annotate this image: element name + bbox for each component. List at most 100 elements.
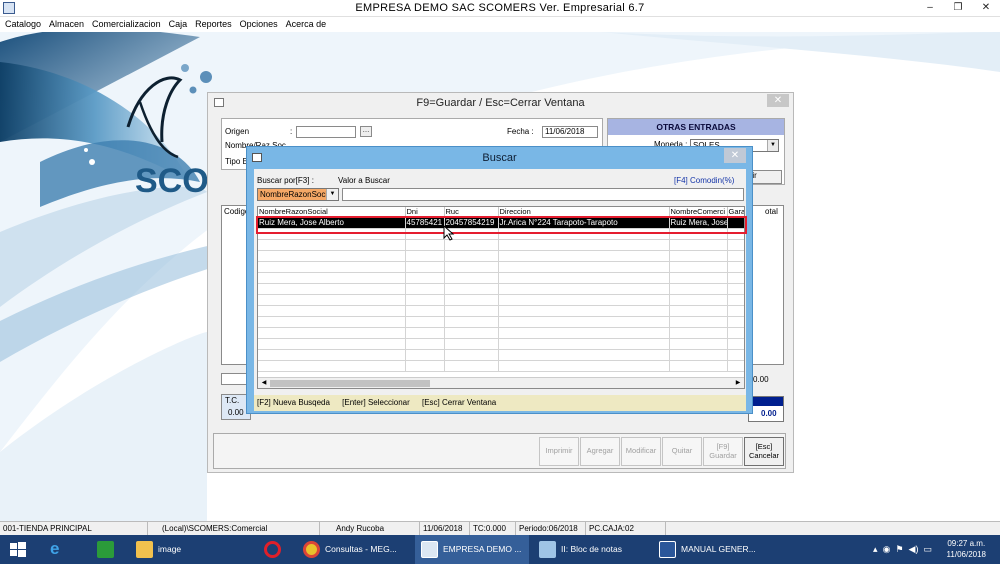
origen-lookup-button[interactable]: … [360, 126, 372, 137]
empty-row [258, 283, 744, 295]
minimize-button[interactable]: – [916, 0, 944, 16]
origen-label: Origen [225, 127, 250, 136]
app-titlebar: EMPRESA DEMO SAC SCOMERS Ver. Empresaria… [0, 0, 1000, 17]
cell-direccion: Jr.Arica N°224 Tarapoto-Tarapoto [498, 217, 670, 229]
buscar-footer: [F2] Nueva Busqeda [Enter] Seleccionar [… [254, 395, 746, 411]
menu-bar: Catalogo Almacen Comercializacion Caja R… [0, 17, 1000, 32]
menu-caja[interactable]: Caja [169, 17, 188, 32]
total-value: 0.00 [761, 409, 777, 418]
menu-reportes[interactable]: Reportes [195, 17, 232, 32]
tc-label: T.C. [225, 396, 240, 405]
comodin-label: [F4] Comodin(%) [674, 176, 735, 185]
results-header-row: NombreRazonSocial Dni Ruc Direccion Nomb… [258, 207, 744, 218]
buscar-por-value: NombreRazonSoci [260, 190, 328, 199]
status-periodo: Periodo:06/2018 [516, 522, 586, 535]
empty-row [258, 294, 744, 306]
taskbar-image[interactable]: image [130, 535, 250, 564]
results-grid[interactable]: NombreRazonSocial Dni Ruc Direccion Nomb… [257, 206, 745, 389]
flag-icon[interactable]: ⚑ [895, 544, 903, 554]
taskbar-word-label: MANUAL GENER... [681, 544, 756, 554]
network-icon[interactable]: ◉ [883, 544, 891, 554]
col-header-direccion[interactable]: Direccion [498, 207, 670, 218]
cell-gara [727, 217, 744, 229]
empty-row [258, 228, 744, 240]
valor-buscar-label: Valor a Buscar [338, 176, 390, 185]
scroll-right-icon[interactable]: ▶ [733, 379, 743, 388]
empty-row [258, 338, 744, 350]
quitar-button[interactable]: Quitar [662, 437, 702, 466]
word-icon [659, 541, 676, 558]
taskbar-clock[interactable]: 09:27 a.m. 11/06/2018 [947, 538, 986, 560]
chevron-up-icon[interactable]: ▴ [873, 544, 878, 554]
menu-comercializacion[interactable]: Comercializacion [92, 17, 161, 32]
footer-cerrar: [Esc] Cerrar Ventana [422, 398, 497, 407]
empty-row [258, 316, 744, 328]
taskbar-opera[interactable] [255, 535, 293, 564]
notepad-icon [539, 541, 556, 558]
keyboard-icon[interactable]: ▭ [923, 544, 932, 554]
guardar-button[interactable]: [F9] Guardar [703, 437, 743, 466]
menu-catalogo[interactable]: Catalogo [5, 17, 41, 32]
status-caja: PC.CAJA:02 [586, 522, 666, 535]
scroll-thumb[interactable] [270, 380, 430, 387]
buscar-title: Buscar [482, 152, 517, 164]
taskbar-notepad-label: II: Bloc de notas [561, 544, 622, 554]
close-button[interactable]: ✕ [972, 0, 1000, 16]
buscar-por-label: Buscar por[F3] : [257, 176, 314, 185]
status-database: (Local)\SCOMERS:Comercial [148, 522, 320, 535]
cancelar-button[interactable]: [Esc] Cancelar [744, 437, 784, 466]
empty-row [258, 349, 744, 361]
taskbar-image-label: image [158, 544, 182, 554]
table-row[interactable]: Ruiz Mera, Jose Alberto 45785421 2045785… [258, 217, 744, 229]
taskbar-chrome[interactable]: Consultas - MEG... [297, 535, 410, 564]
empty-row [258, 261, 744, 273]
horizontal-scrollbar[interactable]: ◀ ▶ [258, 377, 744, 388]
scroll-left-icon[interactable]: ◀ [259, 379, 269, 388]
empty-row [258, 272, 744, 284]
speaker-icon[interactable]: ◀) [909, 544, 919, 554]
col-header-ruc[interactable]: Ruc [444, 207, 499, 218]
sum-value: 0.00 [753, 375, 769, 384]
status-date: 11/06/2018 [420, 522, 470, 535]
tc-value: 0.00 [228, 408, 244, 417]
imprimir-button[interactable]: Imprimir [539, 437, 579, 466]
empty-row [258, 250, 744, 262]
taskbar-store[interactable] [86, 535, 126, 564]
buscar-close-icon[interactable]: ✕ [724, 148, 746, 163]
footer-nueva-busqueda: [F2] Nueva Busqeda [257, 398, 330, 407]
col-header-gara[interactable]: Gara [727, 207, 744, 218]
status-tienda: 001-TIENDA PRINCIPAL [0, 522, 148, 535]
form-titlebar: F9=Guardar / Esc=Cerrar Ventana ✕ [208, 93, 793, 113]
taskbar-scomers[interactable]: EMPRESA DEMO ... [415, 535, 529, 564]
status-bar: 001-TIENDA PRINCIPAL (Local)\SCOMERS:Com… [0, 521, 1000, 535]
menu-almacen[interactable]: Almacen [49, 17, 84, 32]
agregar-button[interactable]: Agregar [580, 437, 620, 466]
col-header-nombre[interactable]: NombreRazonSocial [258, 207, 406, 218]
clock-date: 11/06/2018 [946, 550, 986, 559]
buscar-por-select[interactable]: NombreRazonSoci ▼ [257, 188, 339, 201]
col-header-dni[interactable]: Dni [405, 207, 445, 218]
mouse-cursor-icon [443, 225, 455, 241]
taskbar-ie[interactable]: e [40, 535, 80, 564]
action-button-bar: Imprimir Agregar Modificar Quitar [F9] G… [213, 433, 786, 469]
valor-buscar-input[interactable] [342, 188, 744, 201]
modificar-button[interactable]: Modificar [621, 437, 661, 466]
menu-opciones[interactable]: Opciones [240, 17, 278, 32]
ie-icon: e [50, 539, 60, 558]
cell-nombre-comercial: Ruiz Mera, Jose [669, 217, 728, 229]
system-tray[interactable]: ▴ ◉ ⚑ ◀) ▭ [873, 544, 932, 555]
start-button[interactable] [0, 535, 36, 564]
taskbar-notepad[interactable]: II: Bloc de notas [533, 535, 648, 564]
origen-input[interactable] [296, 126, 356, 138]
otras-entradas-title: OTRAS ENTRADAS [608, 119, 784, 135]
total-box: 0.00 [748, 396, 784, 422]
fecha-input[interactable]: 11/06/2018 [542, 126, 598, 138]
opera-icon [264, 541, 281, 558]
form-close-icon[interactable]: ✕ [767, 94, 789, 107]
buscar-body: Buscar por[F3] : Valor a Buscar [F4] Com… [254, 169, 747, 395]
taskbar-word[interactable]: MANUAL GENER... [653, 535, 768, 564]
restore-button[interactable]: ❐ [944, 0, 972, 16]
scomers-icon [421, 541, 438, 558]
menu-acerca-de[interactable]: Acerca de [286, 17, 327, 32]
col-header-nombre-comercial[interactable]: NombreComerci [669, 207, 728, 218]
